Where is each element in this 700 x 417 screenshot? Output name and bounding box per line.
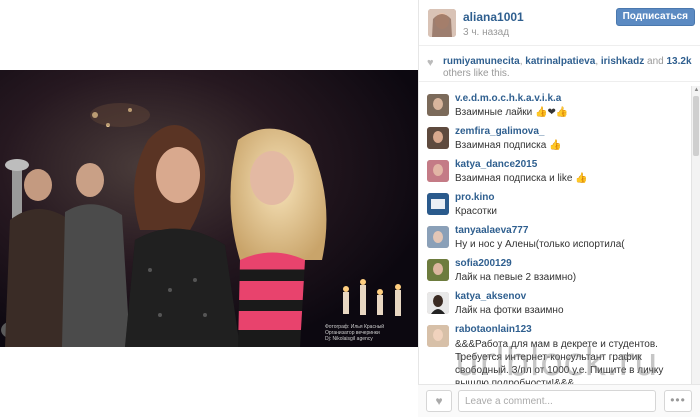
avatar-image	[428, 9, 456, 37]
avatar-image	[427, 94, 449, 116]
follow-button[interactable]: Подписаться	[615, 8, 695, 26]
comment-item: sofia200129 Лайк на певые 2 взаимно)	[419, 253, 689, 287]
avatar-image	[427, 127, 449, 149]
avatar[interactable]	[427, 127, 449, 149]
likes-and: and	[647, 56, 664, 67]
avatar[interactable]	[427, 94, 449, 116]
post-header: aliana1001 3 ч. назад Подписаться	[419, 0, 700, 46]
likes-summary: ♥ rumiyamunecita, katrinalpatieva, irish…	[419, 52, 700, 82]
comment-username[interactable]: zemfira_galimova_	[455, 126, 545, 137]
comment-item: tanyaalaeva777 Ну и нос у Алены(только и…	[419, 220, 689, 254]
comment-text: Лайк на фотки взаимно	[455, 305, 564, 316]
like-user-3[interactable]: irishkadz	[601, 56, 644, 67]
comment-username[interactable]: katya_dance2015	[455, 159, 537, 170]
media-pane: Фотограф: Илья Красный Организатор вечер…	[0, 0, 418, 417]
post-photo[interactable]: Фотограф: Илья Красный Организатор вечер…	[0, 70, 418, 347]
avatar-image	[427, 160, 449, 182]
comment-username[interactable]: sofia200129	[455, 258, 512, 269]
avatar-image	[427, 226, 449, 248]
avatar-image	[427, 193, 449, 215]
likes-separator: ,	[595, 56, 599, 67]
likes-others: others like this.	[443, 68, 510, 79]
avatar[interactable]	[427, 325, 449, 347]
comment-username[interactable]: tanyaalaeva777	[455, 225, 528, 236]
photo-credit-1: Фотограф: Илья Красный	[325, 323, 384, 330]
avatar-image	[427, 292, 449, 314]
comment-item: zemfira_galimova_ Взаимная подписка 👍	[419, 121, 689, 155]
heart-icon: ♥	[427, 57, 434, 69]
comment-item: katya_dance2015 Взаимная подписка и like…	[419, 154, 689, 188]
comment-text: Взаимные лайки 👍❤👍	[455, 107, 569, 118]
post-author-username[interactable]: aliana1001	[463, 10, 524, 24]
photo-illustration: Фотограф: Илья Красный Организатор вечер…	[0, 70, 418, 347]
comment-bar: ♥ •••	[418, 384, 700, 417]
scrollbar-thumb[interactable]	[693, 96, 699, 156]
like-user-2[interactable]: katrinalpatieva	[525, 56, 595, 67]
post-timestamp[interactable]: 3 ч. назад	[463, 27, 509, 38]
comment-text: Красотки	[455, 206, 497, 217]
comment-text: Взаимная подписка 👍	[455, 140, 562, 151]
comment-item: v.e.d.m.o.c.h.k.a.v.i.k.a Взаимные лайки…	[419, 88, 689, 122]
like-button[interactable]: ♥	[426, 390, 452, 412]
comment-username[interactable]: v.e.d.m.o.c.h.k.a.v.i.k.a	[455, 93, 561, 104]
comment-text: Лайк на певые 2 взаимно)	[455, 272, 577, 283]
watermark: urlblock.ru	[455, 340, 658, 384]
comment-input[interactable]	[458, 390, 656, 412]
avatar-image	[427, 259, 449, 281]
likes-names: rumiyamunecita, katrinalpatieva, irishka…	[443, 56, 692, 67]
comments-scrollbar[interactable]: ▲	[691, 86, 700, 386]
photo-credit-3: Dj: NikolaisgiI agency	[325, 336, 373, 342]
comment-username[interactable]: katya_aksenov	[455, 291, 526, 302]
comment-text: Взаимная подписка и like 👍	[455, 173, 588, 184]
heart-icon: ♥	[435, 394, 443, 408]
avatar[interactable]	[427, 226, 449, 248]
comment-text: Ну и нос у Алены(только испортила(	[455, 239, 625, 250]
avatar[interactable]	[427, 259, 449, 281]
avatar[interactable]	[427, 292, 449, 314]
comment-username[interactable]: rabotaonlain123	[455, 324, 532, 335]
avatar[interactable]	[427, 160, 449, 182]
more-options-button[interactable]: •••	[664, 390, 692, 412]
avatar-image	[427, 325, 449, 347]
comment-username[interactable]: pro.kino	[455, 192, 494, 203]
avatar[interactable]	[428, 9, 456, 37]
comment-item: katya_aksenov Лайк на фотки взаимно	[419, 286, 689, 320]
likes-count[interactable]: 13.2k	[666, 56, 691, 67]
scroll-up-arrow-icon[interactable]: ▲	[692, 86, 700, 94]
comment-item: pro.kino Красотки	[419, 187, 689, 221]
like-user-1[interactable]: rumiyamunecita	[443, 56, 520, 67]
ellipsis-icon: •••	[670, 393, 686, 407]
avatar[interactable]	[427, 193, 449, 215]
likes-separator: ,	[519, 56, 523, 67]
